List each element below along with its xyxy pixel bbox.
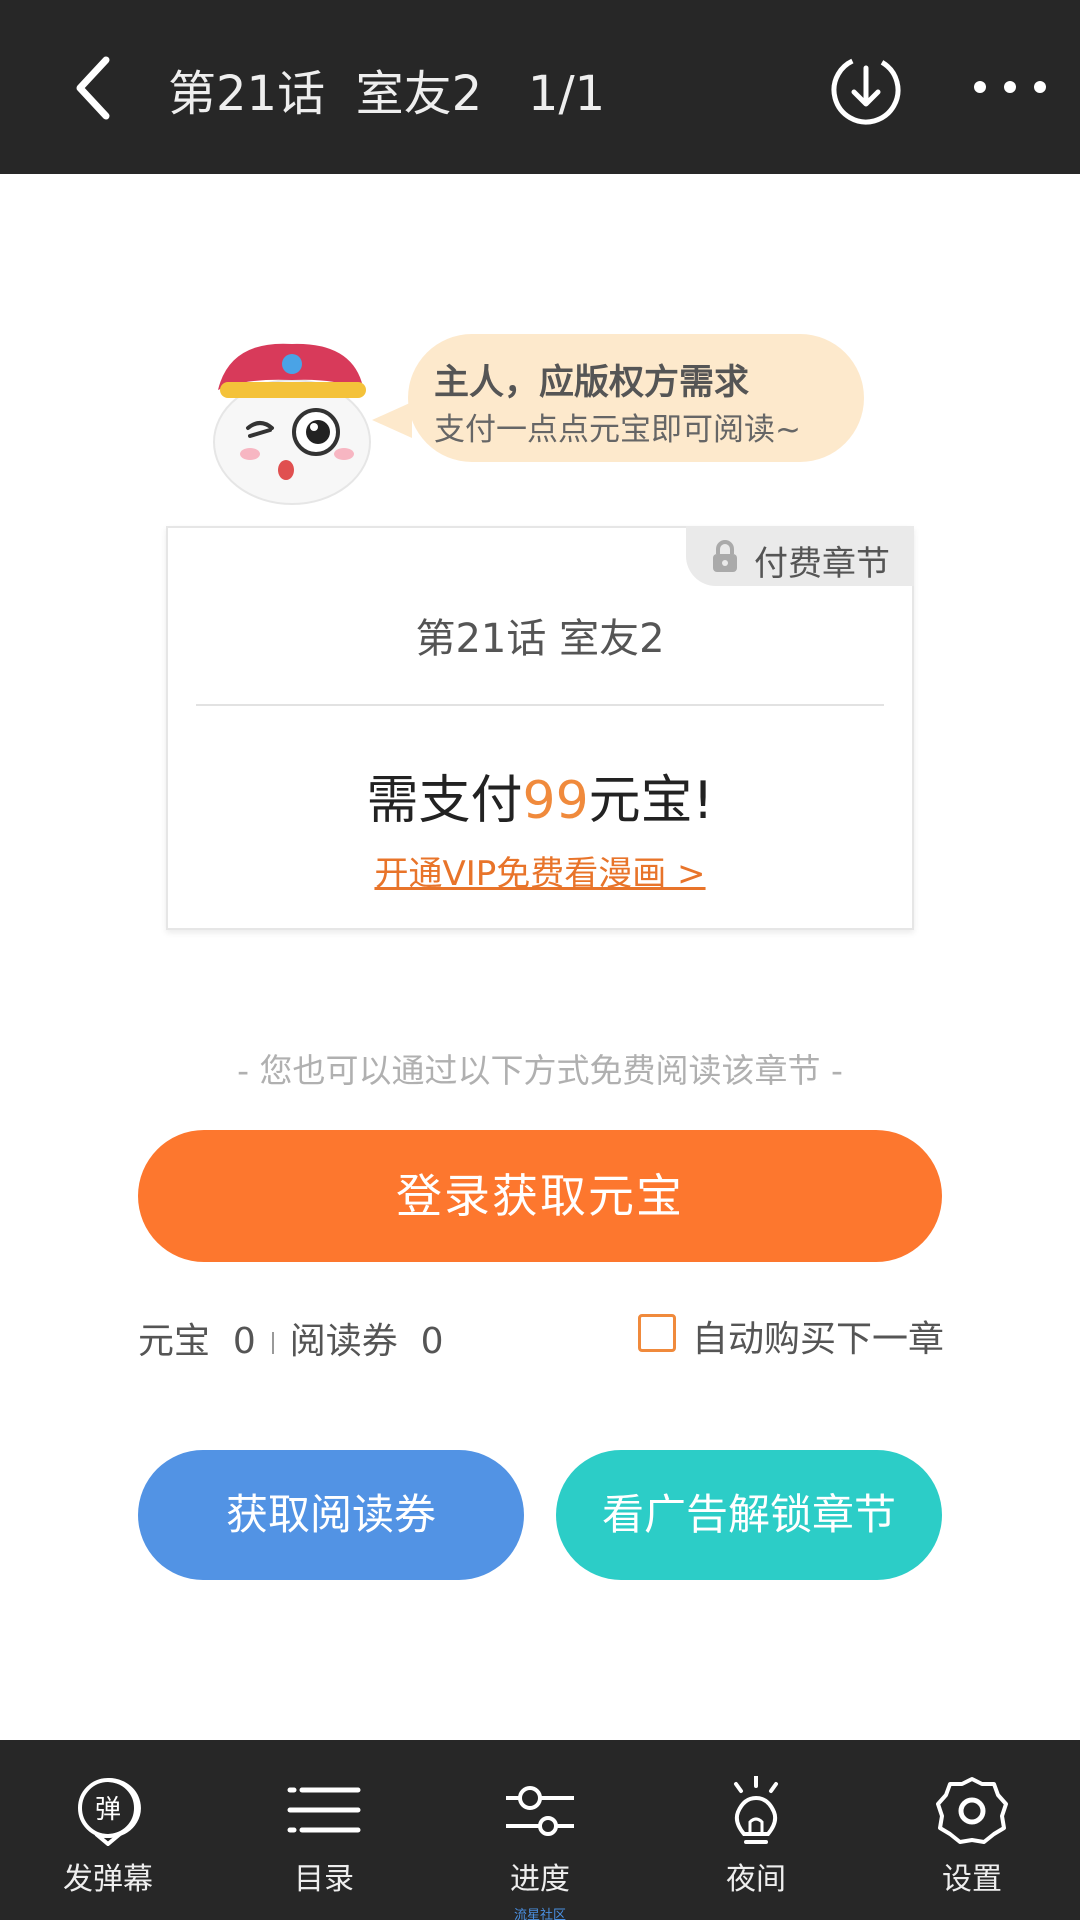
get-voucher-button[interactable]: 获取阅读券 — [138, 1450, 524, 1580]
list-icon — [287, 1787, 361, 1833]
nav-night[interactable]: 夜间 — [648, 1740, 864, 1920]
chapter-title: 第21话 室友2 — [415, 616, 665, 662]
night-bulb-icon — [734, 1776, 778, 1844]
price-suffix: 元宝! — [588, 771, 714, 831]
nav-danmaku[interactable]: 弹 发弹幕 — [0, 1740, 216, 1920]
login-get-yuanbao-button[interactable]: 登录获取元宝 — [138, 1130, 942, 1262]
more-button[interactable] — [970, 62, 1050, 112]
nav-label-night: 夜间 — [726, 1862, 786, 1897]
speech-bubble-tail — [372, 402, 412, 438]
back-button[interactable] — [60, 48, 140, 128]
nav-progress[interactable]: 进度 — [432, 1740, 648, 1920]
yuanbao-balance: 元宝 0 — [138, 1321, 256, 1362]
paid-tag-label: 付费章节 — [754, 544, 890, 584]
paid-chapter-card: 付费章节 第21话 室友2 需支付99元宝! 开通VIP免费看漫画 > — [166, 526, 914, 930]
gear-icon — [936, 1777, 1008, 1844]
mascot-cat-image — [200, 330, 380, 510]
back-arrow-icon — [76, 56, 110, 120]
danmaku-glyph: 弹 — [95, 1795, 121, 1825]
free-read-hint: - 您也可以通过以下方式免费阅读该章节 - — [237, 1051, 843, 1090]
voucher-balance: 阅读券 0 — [289, 1321, 444, 1362]
bubble-subtitle: 支付一点点元宝即可阅读~ — [434, 412, 801, 448]
danmaku-icon: 弹 — [78, 1777, 141, 1846]
nav-label-progress: 进度 — [510, 1862, 570, 1897]
download-button[interactable] — [826, 50, 906, 130]
balance-separator — [271, 1332, 274, 1354]
balance-info: 元宝 0 阅读券 0 — [138, 1312, 444, 1364]
watch-ad-unlock-button[interactable]: 看广告解锁章节 — [556, 1450, 942, 1580]
paid-chapter-tag: 付费章节 — [686, 526, 914, 586]
lock-icon — [713, 540, 737, 572]
top-bar: 第21话 室友2 1/1 — [0, 0, 1080, 174]
community-label[interactable]: 流星社区 — [0, 1904, 1080, 1920]
nav-label-catalog: 目录 — [294, 1862, 354, 1897]
auto-buy-checkbox[interactable] — [638, 1314, 676, 1352]
progress-slider-icon — [506, 1786, 574, 1836]
price-prefix: 需支付 — [366, 771, 523, 831]
more-dots-icon — [974, 81, 1046, 93]
bottom-toolbar: 弹 发弹幕 目录 进度 夜间 设置 — [0, 1740, 1080, 1920]
price-value: 99 — [522, 771, 589, 831]
nav-catalog[interactable]: 目录 — [216, 1740, 432, 1920]
download-icon — [831, 55, 901, 125]
auto-buy-label[interactable]: 自动购买下一章 — [692, 1310, 944, 1362]
divider — [196, 704, 884, 706]
nav-label-settings: 设置 — [942, 1862, 1002, 1897]
page-title: 第21话 室友2 1/1 — [168, 66, 606, 122]
bubble-title: 主人，应版权方需求 — [434, 363, 750, 403]
vip-link[interactable]: 开通VIP免费看漫画 > — [168, 846, 912, 895]
nav-settings[interactable]: 设置 — [864, 1740, 1080, 1920]
nav-label-danmaku: 发弹幕 — [63, 1862, 153, 1897]
price-text: 需支付99元宝! — [168, 758, 912, 833]
